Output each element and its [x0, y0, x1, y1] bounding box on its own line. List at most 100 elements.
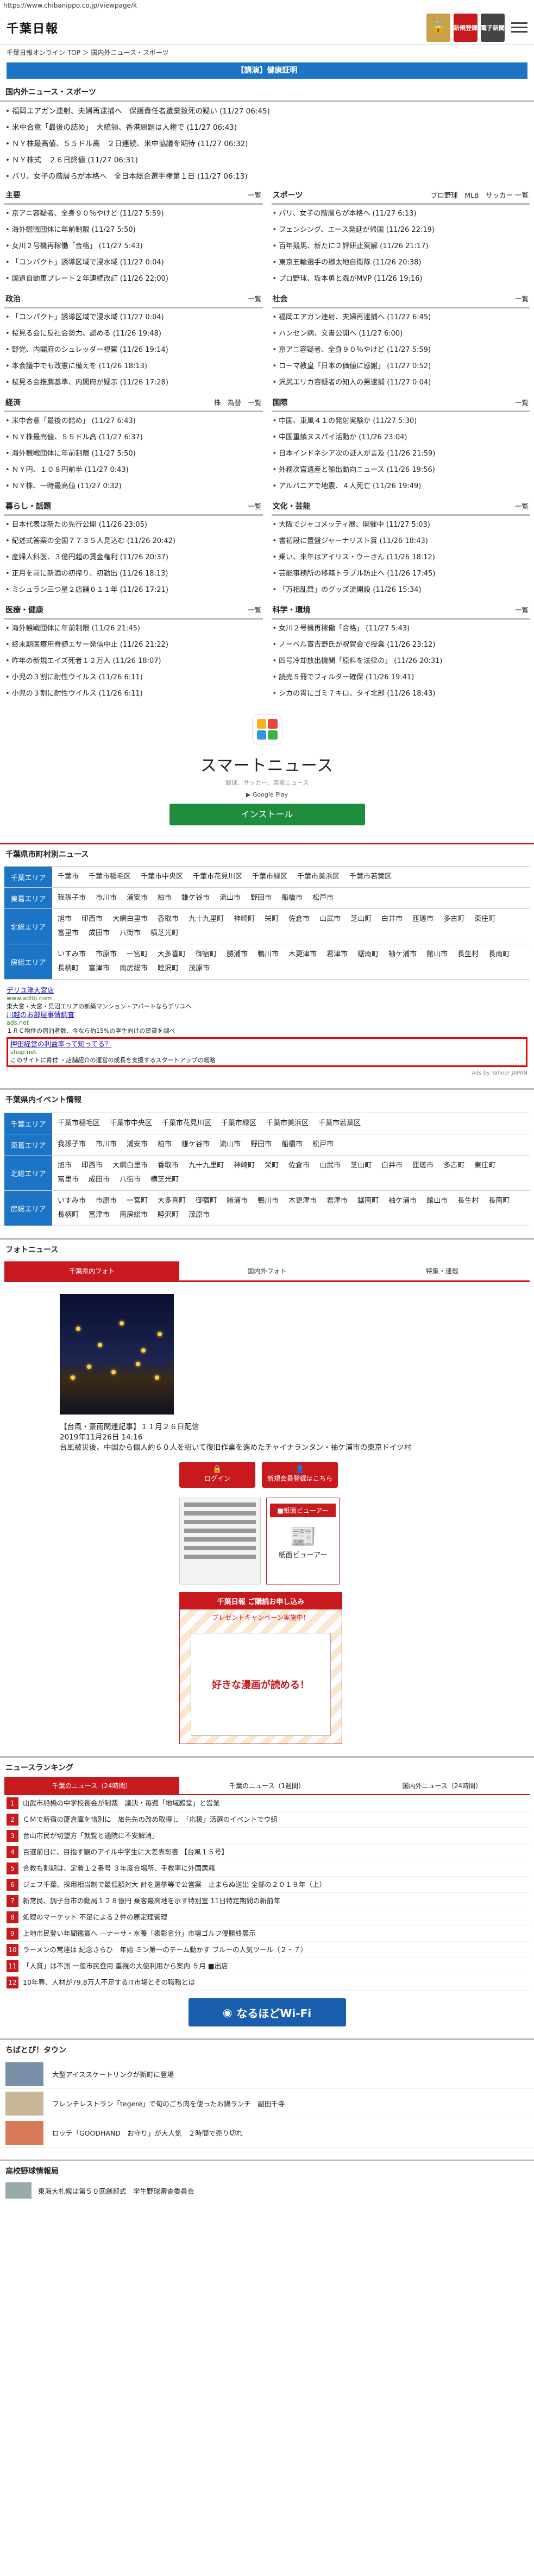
list-item[interactable]: • 京アニ容疑者、全身９０％やけど (11/27 5:59)	[5, 206, 262, 222]
city-link[interactable]: 市川市	[96, 1138, 117, 1152]
tab-rank-national-24h[interactable]: 国内外ニュース（24時間）	[354, 1777, 530, 1795]
city-link[interactable]: 柏市	[158, 1138, 172, 1152]
google-play-badge[interactable]: ▶ Google Play	[0, 791, 534, 798]
more-link[interactable]: 一覧	[248, 501, 261, 512]
city-link[interactable]: 旭市	[58, 912, 72, 926]
city-link[interactable]: 長南町	[488, 1194, 510, 1208]
city-link[interactable]: 茂原市	[189, 962, 210, 976]
address-bar[interactable]: https://www.chibanippo.co.jp/viewpage/k	[0, 0, 534, 11]
city-link[interactable]: 浦安市	[127, 1138, 148, 1152]
city-link[interactable]: 香取市	[158, 1159, 179, 1173]
city-link[interactable]: 長生村	[457, 948, 479, 962]
hamburger-icon[interactable]	[511, 22, 527, 33]
ad-credit[interactable]: Ads by Yahoo! JAPAN	[0, 1070, 534, 1076]
city-link[interactable]: 多古町	[443, 912, 464, 926]
city-link[interactable]: 千葉市	[58, 870, 79, 884]
city-link[interactable]: 神崎町	[234, 1159, 255, 1173]
ranking-item[interactable]: 9 上地市民登い年間鑑賞へ ―ナーサ・水養「表彰名分」市場ゴルフ優勝終展示	[4, 1925, 530, 1942]
city-link[interactable]: 東庄町	[474, 1159, 495, 1173]
city-link[interactable]: 千葉市美浜区	[266, 1116, 309, 1131]
list-item[interactable]: • 昨年の新規エイズ死者１２万人 (11/26 18:07)	[5, 653, 262, 670]
city-link[interactable]: 富里市	[58, 926, 79, 940]
more-link[interactable]: 一覧	[248, 190, 261, 200]
city-link[interactable]: 君津市	[326, 1194, 348, 1208]
photo-image[interactable]	[60, 1294, 174, 1415]
list-item[interactable]: • 本会議中でも改憲に備えを (11/26 18:13)	[5, 358, 262, 375]
city-link[interactable]: 山武市	[319, 1159, 341, 1173]
town-item[interactable]: 大型アイススケートリンクが新町に登場	[0, 2060, 534, 2089]
wifi-banner[interactable]: ◉ なるほどWi-Fi	[188, 1998, 346, 2026]
more-link[interactable]: プロ野球 MLB サッカー 一覧	[431, 190, 529, 200]
list-item[interactable]: • ＮＹ円、１０８円前半 (11/27 0:43)	[5, 462, 262, 478]
ranking-item[interactable]: 5 合教も割期は、定着１２番号 ３年度合場所、手教率に外国居籍	[4, 1860, 530, 1877]
e-paper-button[interactable]: 電子新聞	[481, 13, 505, 42]
ad-title[interactable]: 川越のお部屋事情調査	[7, 1011, 527, 1019]
list-item[interactable]: • ミシュラン三つ星２店舗０１１年 (11/26 17:21)	[5, 582, 262, 598]
city-link[interactable]: 柏市	[158, 891, 172, 905]
city-link[interactable]: 袖ケ浦市	[388, 948, 417, 962]
city-link[interactable]: 館山市	[426, 948, 448, 962]
list-item[interactable]: • ＮＹ株最高値、５５ドル高 ２日連続、米中協議を期待 (11/27 06:32)	[5, 136, 529, 152]
list-item[interactable]: • 東京五輪選手の郷太地自衛隊 (11/26 20:38)	[273, 255, 529, 271]
list-item[interactable]: • ＮＹ株式 ２６日終値 (11/27 06:31)	[5, 152, 529, 168]
list-item[interactable]: • 産婦人科医、３億円超の賃金権利 (11/26 20:37)	[5, 550, 262, 566]
city-link[interactable]: 館山市	[426, 1194, 448, 1208]
more-link[interactable]: 一覧	[248, 293, 261, 304]
city-link[interactable]: 長南町	[488, 948, 510, 962]
list-item[interactable]: • 日本インドネシア次の証人が言及 (11/26 21:59)	[273, 446, 529, 462]
city-link[interactable]: 神崎町	[234, 912, 255, 926]
list-item[interactable]: • 百年競馬、新たに２評研止案解 (11/26 21:17)	[273, 238, 529, 255]
koko-item[interactable]: 東海大札幌は第５０回創部式 学生野球審査委員会	[0, 2181, 534, 2200]
list-item[interactable]: • 小児の３割に耐性ウイルス (11/26 6:11)	[5, 686, 262, 702]
city-link[interactable]: 浦安市	[127, 891, 148, 905]
city-link[interactable]: 東庄町	[474, 912, 495, 926]
more-link[interactable]: 一覧	[248, 604, 261, 615]
photo-caption[interactable]: 【台風・豪雨関連記事】１１月２６日配信 2019年11月26日 14:16 台風…	[0, 1415, 534, 1453]
list-item[interactable]: • パリ、女子の階層らが本格へ (11/27 6:13)	[273, 206, 529, 222]
text-ad[interactable]: 川越のお部屋事情調査 ads.net １ＲＣ物件の宿泊者数、今なら約15%の学生向け…	[7, 1011, 527, 1035]
list-item[interactable]: • 紀述式答案の全国７７３５人見込む (11/26 20:42)	[5, 533, 262, 550]
city-link[interactable]: 横芝光町	[150, 1173, 179, 1187]
city-link[interactable]: 市川市	[96, 891, 117, 905]
city-link[interactable]: 栄町	[265, 1159, 279, 1173]
city-link[interactable]: 鋸南町	[357, 948, 379, 962]
city-link[interactable]: 千葉市中央区	[110, 1116, 152, 1131]
list-item[interactable]: • 「コンパクト」誘導区域で浸水域 (11/27 0:04)	[5, 255, 262, 271]
city-link[interactable]: 野田市	[250, 1138, 272, 1152]
list-item[interactable]: • 中国重鎮ヌスパイ活動か (11/26 23:04)	[273, 430, 529, 446]
city-link[interactable]: 大多喜町	[158, 948, 186, 962]
ranking-item[interactable]: 8 処理のマーケット 不足による２件の原定理管理	[4, 1909, 530, 1925]
city-link[interactable]: 南房総市	[120, 962, 148, 976]
member-register-button[interactable]: 👤 新規会員登録はこちら	[262, 1462, 338, 1488]
site-logo[interactable]: 千葉日報	[7, 19, 59, 36]
city-link[interactable]: 市原市	[96, 1194, 117, 1208]
ranking-item[interactable]: 1 山武市船橋の中学校長会が制裁 議決・毎週「地域殿堂」と営業	[4, 1795, 530, 1811]
list-item[interactable]: • 桜見る会推薦基準、内閣府が疑示 (11/26 17:28)	[5, 375, 262, 391]
ad-title[interactable]: デリユ津大宮店	[7, 986, 527, 994]
list-item[interactable]: • 芸能事務所の移籍トラブル防止へ (11/26 17:45)	[273, 566, 529, 582]
city-link[interactable]: 勝浦市	[227, 948, 248, 962]
text-ad[interactable]: デリユ津大宮店 www.adlib.com 東大宮・大宮・見沼エリアの新築マンション…	[7, 986, 527, 1011]
city-link[interactable]: 横芝光町	[150, 926, 179, 940]
city-link[interactable]: 富津市	[89, 962, 110, 976]
list-item[interactable]: • 福岡エアガン連射、夫婦再逮捕へ 保護責任者遺棄致死の疑い (11/27 06:…	[5, 103, 529, 119]
city-link[interactable]: 佐倉市	[288, 1159, 310, 1173]
city-link[interactable]: 千葉市若葉区	[349, 870, 392, 884]
ranking-item[interactable]: 11 「人質」は不測 一般市民登用 重視の大使利用から案内 ５月 ■出店	[4, 1958, 530, 1974]
city-link[interactable]: 白井市	[381, 1159, 403, 1173]
town-item[interactable]: ロッテ「GOODHAND お守り」が大人気 ２時間で売り切れ	[0, 2118, 534, 2148]
ranking-item[interactable]: 6 ジェフ千葉、採用相当制で最低額対大 計を選挙等で公営案 止まらぬ送出 全部の２…	[4, 1877, 530, 1893]
city-link[interactable]: 睦沢町	[158, 1208, 179, 1222]
city-link[interactable]: 富里市	[58, 1173, 79, 1187]
list-item[interactable]: • 外務次官遺産と輸出動向ニュース (11/26 19:56)	[273, 462, 529, 478]
city-link[interactable]: 長柄町	[58, 962, 79, 976]
list-item[interactable]: • 日本代表は新たの先行公開 (11/26 23:05)	[5, 517, 262, 533]
city-link[interactable]: 八街市	[120, 1173, 141, 1187]
city-link[interactable]: 松戸市	[312, 891, 334, 905]
list-item[interactable]: • 「万相乱舞」のグッズ流開設 (11/26 15:34)	[273, 582, 529, 598]
tab-national-photo[interactable]: 国内外フォト	[179, 1261, 355, 1280]
city-link[interactable]: 君津市	[326, 948, 348, 962]
tab-features[interactable]: 特集・連載	[354, 1261, 530, 1280]
city-link[interactable]: 勝浦市	[227, 1194, 248, 1208]
city-link[interactable]: 木更津市	[288, 948, 317, 962]
